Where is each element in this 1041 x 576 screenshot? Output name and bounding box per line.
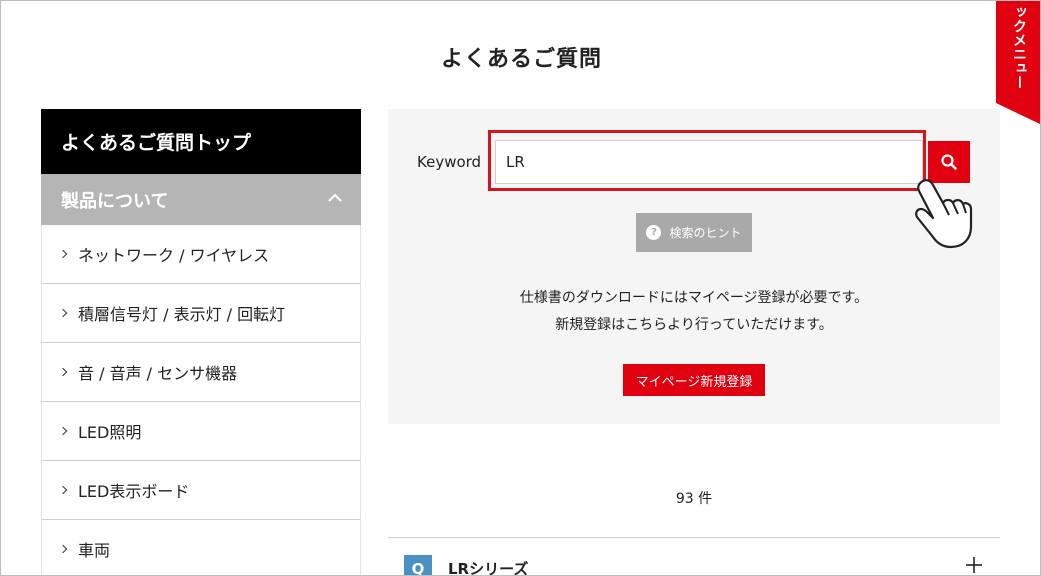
caret-up-icon [328, 193, 342, 202]
quick-menu-label: ックメニュー [1011, 5, 1027, 89]
sidebar-section-label: 製品について [61, 190, 169, 212]
keyword-label: Keyword [417, 153, 482, 171]
sidebar-item-label: LED照明 [78, 423, 142, 442]
search-hint-label: 検索のヒント [669, 226, 742, 240]
result-count: 93 件 [675, 491, 713, 507]
sidebar-item-label: 積層信号灯 / 表示灯 / 回転灯 [78, 305, 286, 324]
page-title: よくあるご質問 [440, 47, 602, 72]
mypage-register-button[interactable]: マイページ新規登録 [623, 364, 765, 396]
sidebar-item-vehicle[interactable]: 車両 [41, 520, 361, 575]
question-badge: Q [404, 555, 432, 575]
sidebar-item-sound-sensors[interactable]: 音 / 音声 / センサ機器 [41, 343, 361, 402]
sidebar-item-label: ネットワーク / ワイヤレス [78, 246, 270, 265]
help-icon: ? [646, 225, 662, 240]
sidebar-item-signal-lights[interactable]: 積層信号灯 / 表示灯 / 回転灯 [41, 284, 361, 343]
sidebar-item-led-lighting[interactable]: LED照明 [41, 402, 361, 461]
notice-line-1: 仕様書のダウンロードにはマイページ登録が必要です。 [519, 290, 869, 306]
sidebar-section-products[interactable]: 製品について [41, 174, 361, 225]
sidebar-item-led-board[interactable]: LED表示ボード [41, 461, 361, 520]
quick-menu-tab[interactable]: ックメニュー [996, 1, 1040, 125]
faq-result-row[interactable]: Q LRシリーズ [388, 538, 1000, 576]
sidebar-item-label: 音 / 音声 / センサ機器 [78, 364, 238, 383]
sidebar-item-network[interactable]: ネットワーク / ワイヤレス [41, 225, 361, 284]
search-hint-button[interactable]: ? 検索のヒント [636, 213, 752, 252]
pointing-hand-icon [915, 179, 973, 249]
search-icon [941, 154, 957, 170]
sidebar: よくあるご質問トップ 製品について ネットワーク / ワイヤレス 積層信号灯 /… [41, 109, 361, 575]
chevron-right-icon [60, 426, 68, 436]
faq-result-title: LRシリーズ [448, 560, 529, 576]
page-frame: よくあるご質問 ックメニュー よくあるご質問トップ 製品について ネットワーク … [0, 0, 1041, 576]
chevron-right-icon [60, 249, 68, 259]
chevron-right-icon [60, 367, 68, 377]
notice-line-2: 新規登録はこちらより行っていただけます。 [555, 317, 833, 333]
search-input[interactable] [495, 140, 923, 184]
chevron-right-icon [60, 308, 68, 318]
sidebar-item-label: LED表示ボード [78, 482, 190, 501]
chevron-right-icon [60, 544, 68, 554]
chevron-right-icon [60, 485, 68, 495]
sidebar-item-label: 車両 [78, 541, 111, 560]
sidebar-faq-top[interactable]: よくあるご質問トップ [41, 109, 361, 174]
expand-plus-icon[interactable] [965, 556, 983, 574]
